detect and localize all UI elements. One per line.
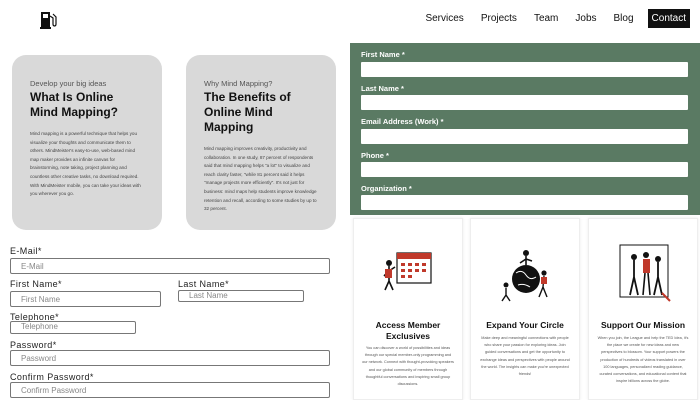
nav-item-blog[interactable]: Blog xyxy=(614,11,634,26)
card-body: Mind mapping improves creativity, produc… xyxy=(204,146,317,212)
logo-fuel-pump-icon[interactable] xyxy=(38,8,58,30)
first-name-label: First Name* xyxy=(10,279,62,289)
card-eyebrow: Develop your big ideas xyxy=(30,79,107,88)
calendar-icon xyxy=(379,243,439,303)
card-title: The Benefits of Online Mind Mapping xyxy=(204,90,291,134)
email-field[interactable]: E-Mail xyxy=(10,258,330,274)
email-input[interactable] xyxy=(361,129,688,144)
feature-card-member-exclusives: Access Member Exclusives You can discove… xyxy=(353,218,463,400)
confirm-password-label: Confirm Password* xyxy=(10,372,94,382)
last-name-input[interactable] xyxy=(361,95,688,110)
feature-body: When you join, the League and help the T… xyxy=(597,336,689,384)
telephone-field[interactable]: Telephone xyxy=(10,321,136,334)
last-name-field[interactable]: Last Name xyxy=(178,290,304,302)
card-title: What Is Online Mind Mapping? xyxy=(30,90,118,119)
first-name-input[interactable] xyxy=(361,62,688,77)
email-label: E-Mail* xyxy=(10,246,42,256)
info-card-benefits: Why Mind Mapping? The Benefits of Online… xyxy=(186,55,336,230)
feature-body: You can discover a world of possibilitie… xyxy=(362,346,454,387)
top-navigation-bar: Services Projects Team Jobs Blog Contact xyxy=(0,0,700,40)
feature-card-expand-circle: Expand Your Circle Make deep and meaning… xyxy=(470,218,580,400)
nav-item-jobs[interactable]: Jobs xyxy=(575,11,596,26)
nav-item-team[interactable]: Team xyxy=(534,11,558,26)
last-name-label: Last Name* xyxy=(178,279,230,289)
phone-input[interactable] xyxy=(361,162,688,177)
nav-item-projects[interactable]: Projects xyxy=(481,11,517,26)
password-field[interactable]: Password xyxy=(10,350,330,366)
organization-input[interactable] xyxy=(361,195,688,210)
first-name-field[interactable]: First Name xyxy=(10,291,161,307)
card-body: Mind mapping is a powerful technique tha… xyxy=(30,131,141,197)
password-label: Password* xyxy=(10,340,57,350)
registration-form: E-Mail* E-Mail First Name* Last Name* Fi… xyxy=(10,246,340,400)
confirm-password-field[interactable]: Confirm Password xyxy=(10,382,330,398)
email-label: Email Address (Work) * xyxy=(361,117,444,126)
info-card-what-is-mind-mapping: Develop your big ideas What Is Online Mi… xyxy=(12,55,162,230)
main-nav: Services Projects Team Jobs Blog Contact xyxy=(408,9,690,28)
contact-form-panel: First Name * Last Name * Email Address (… xyxy=(350,43,700,215)
phone-label: Phone * xyxy=(361,151,389,160)
card-eyebrow: Why Mind Mapping? xyxy=(204,79,273,88)
nav-item-services[interactable]: Services xyxy=(425,11,463,26)
last-name-label: Last Name * xyxy=(361,84,404,93)
globe-people-icon xyxy=(496,243,556,303)
contact-button[interactable]: Contact xyxy=(647,9,690,28)
feature-card-support-mission: Support Our Mission When you join, the L… xyxy=(588,218,698,400)
first-name-label: First Name * xyxy=(361,50,405,59)
feature-body: Make deep and meaningful connections wit… xyxy=(480,336,570,377)
organization-label: Organization * xyxy=(361,184,412,193)
feature-title: Expand Your Circle xyxy=(486,320,564,330)
feature-title: Support Our Mission xyxy=(600,320,686,330)
people-group-icon xyxy=(614,243,674,303)
feature-title: Access Member Exclusives xyxy=(375,320,441,341)
